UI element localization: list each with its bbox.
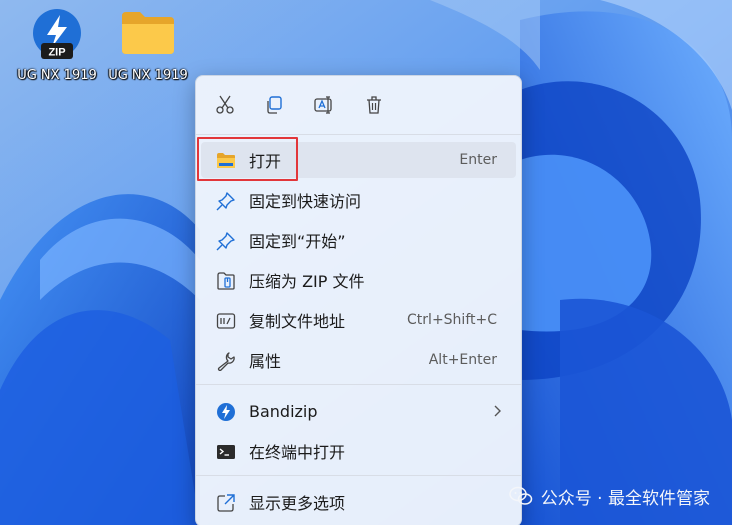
menu-item-shortcut: Alt+Enter — [428, 352, 497, 368]
bandizip-zip-archive-icon: ZIP — [29, 6, 85, 60]
context-menu-toolbar — [196, 76, 521, 134]
chevron-right-icon — [494, 405, 501, 417]
desktop-icon-folder[interactable]: UG NX 1919 — [100, 6, 196, 90]
delete-button[interactable] — [360, 91, 388, 119]
menu-item-open-in-terminal[interactable]: 在终端中打开 — [201, 433, 516, 469]
menu-item-bandizip[interactable]: Bandizip — [201, 393, 516, 429]
pin-icon — [215, 230, 237, 252]
copy-icon — [267, 96, 282, 114]
wechat-icon — [509, 486, 533, 505]
menu-divider — [196, 475, 521, 476]
menu-item-label: 复制文件地址 — [249, 312, 346, 331]
desktop-icon-zip-archive[interactable]: ZIP UG NX 1919 — [9, 6, 105, 90]
menu-item-pin-quick-access[interactable]: 固定到快速访问 — [201, 182, 516, 218]
menu-divider — [196, 134, 521, 135]
svg-text:ZIP: ZIP — [48, 47, 65, 59]
menu-item-label: 在终端中打开 — [249, 443, 346, 462]
menu-item-pin-start[interactable]: 固定到“开始” — [201, 222, 516, 258]
desktop-icon-label: UG NX 1919 — [17, 68, 97, 83]
pin-icon — [215, 190, 237, 212]
zip-compress-icon — [215, 270, 237, 292]
scissors-icon — [216, 95, 234, 114]
terminal-icon — [215, 441, 237, 463]
menu-item-label: 属性 — [249, 352, 282, 371]
menu-item-label: 固定到“开始” — [249, 232, 346, 251]
menu-item-properties[interactable]: 属性 Alt+Enter — [201, 342, 516, 378]
menu-item-label: Bandizip — [249, 401, 318, 421]
menu-item-copy-path[interactable]: 复制文件地址 Ctrl+Shift+C — [201, 302, 516, 338]
bandizip-icon — [215, 401, 237, 423]
copy-button[interactable] — [260, 91, 288, 119]
external-link-icon — [215, 492, 237, 514]
watermark: 公众号 · 最全软件管家 — [509, 485, 710, 509]
desktop-icon-label: UG NX 1919 — [108, 68, 188, 83]
menu-item-shortcut: Enter — [459, 152, 497, 168]
trash-icon — [367, 96, 381, 114]
menu-item-label: 压缩为 ZIP 文件 — [249, 272, 365, 291]
folder-icon — [120, 6, 176, 60]
menu-item-label: 显示更多选项 — [249, 494, 346, 513]
wrench-icon — [215, 350, 237, 372]
copy-path-icon — [215, 310, 237, 332]
cut-button[interactable] — [211, 91, 239, 119]
menu-item-shortcut: Ctrl+Shift+C — [407, 312, 497, 328]
rename-button[interactable] — [310, 91, 338, 119]
menu-divider — [196, 384, 521, 385]
red-highlight-box — [197, 137, 298, 181]
menu-item-show-more-options[interactable]: 显示更多选项 — [201, 484, 516, 520]
menu-item-compress-zip[interactable]: 压缩为 ZIP 文件 — [201, 262, 516, 298]
rename-icon — [314, 96, 332, 114]
watermark-text: 公众号 · 最全软件管家 — [540, 488, 710, 509]
menu-item-label: 固定到快速访问 — [249, 192, 362, 211]
